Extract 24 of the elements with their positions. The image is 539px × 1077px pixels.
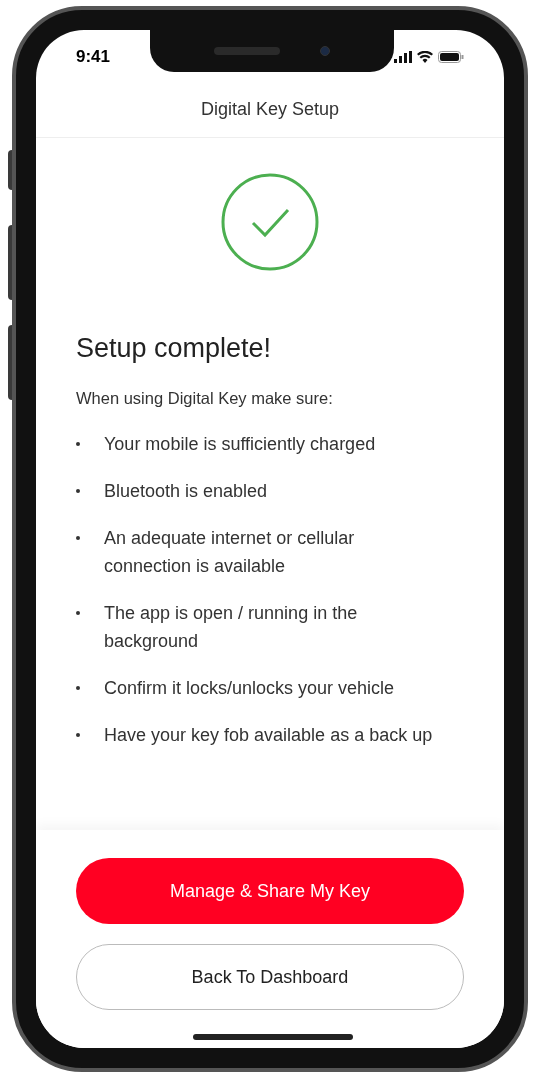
checkmark-circle-icon bbox=[220, 172, 320, 272]
status-time: 9:41 bbox=[76, 46, 111, 69]
camera-lens bbox=[320, 46, 330, 56]
wifi-icon bbox=[417, 51, 433, 63]
checklist-item: The app is open / running in the background bbox=[104, 602, 359, 653]
manage-key-button[interactable]: Manage & Share My Key bbox=[76, 858, 464, 924]
checklist-item: An adequate internet or cellular connection is available bbox=[104, 527, 356, 578]
success-heading: Setup complete! bbox=[76, 332, 273, 364]
speaker-grille bbox=[214, 47, 280, 55]
bullet-icon bbox=[76, 536, 80, 540]
checklist-item: Have your key fob available as a back up bbox=[104, 724, 433, 747]
checklist-item: Bluetooth is enabled bbox=[104, 480, 268, 503]
battery-icon bbox=[438, 51, 464, 63]
bullet-icon bbox=[76, 442, 80, 446]
checklist-item: Your mobile is sufficiently charged bbox=[104, 433, 376, 456]
intro-text: When using Digital Key make sure: bbox=[76, 388, 334, 409]
signal-icon bbox=[394, 51, 412, 63]
bullet-icon bbox=[76, 489, 80, 493]
bullet-icon bbox=[76, 611, 80, 615]
bullet-icon bbox=[76, 733, 80, 737]
checklist-item: Confirm it locks/unlocks your vehicle bbox=[104, 677, 395, 700]
back-button[interactable]: Back To Dashboard bbox=[76, 944, 464, 1010]
screen-title: Digital Key Setup bbox=[200, 98, 340, 121]
bullet-icon bbox=[76, 686, 80, 690]
